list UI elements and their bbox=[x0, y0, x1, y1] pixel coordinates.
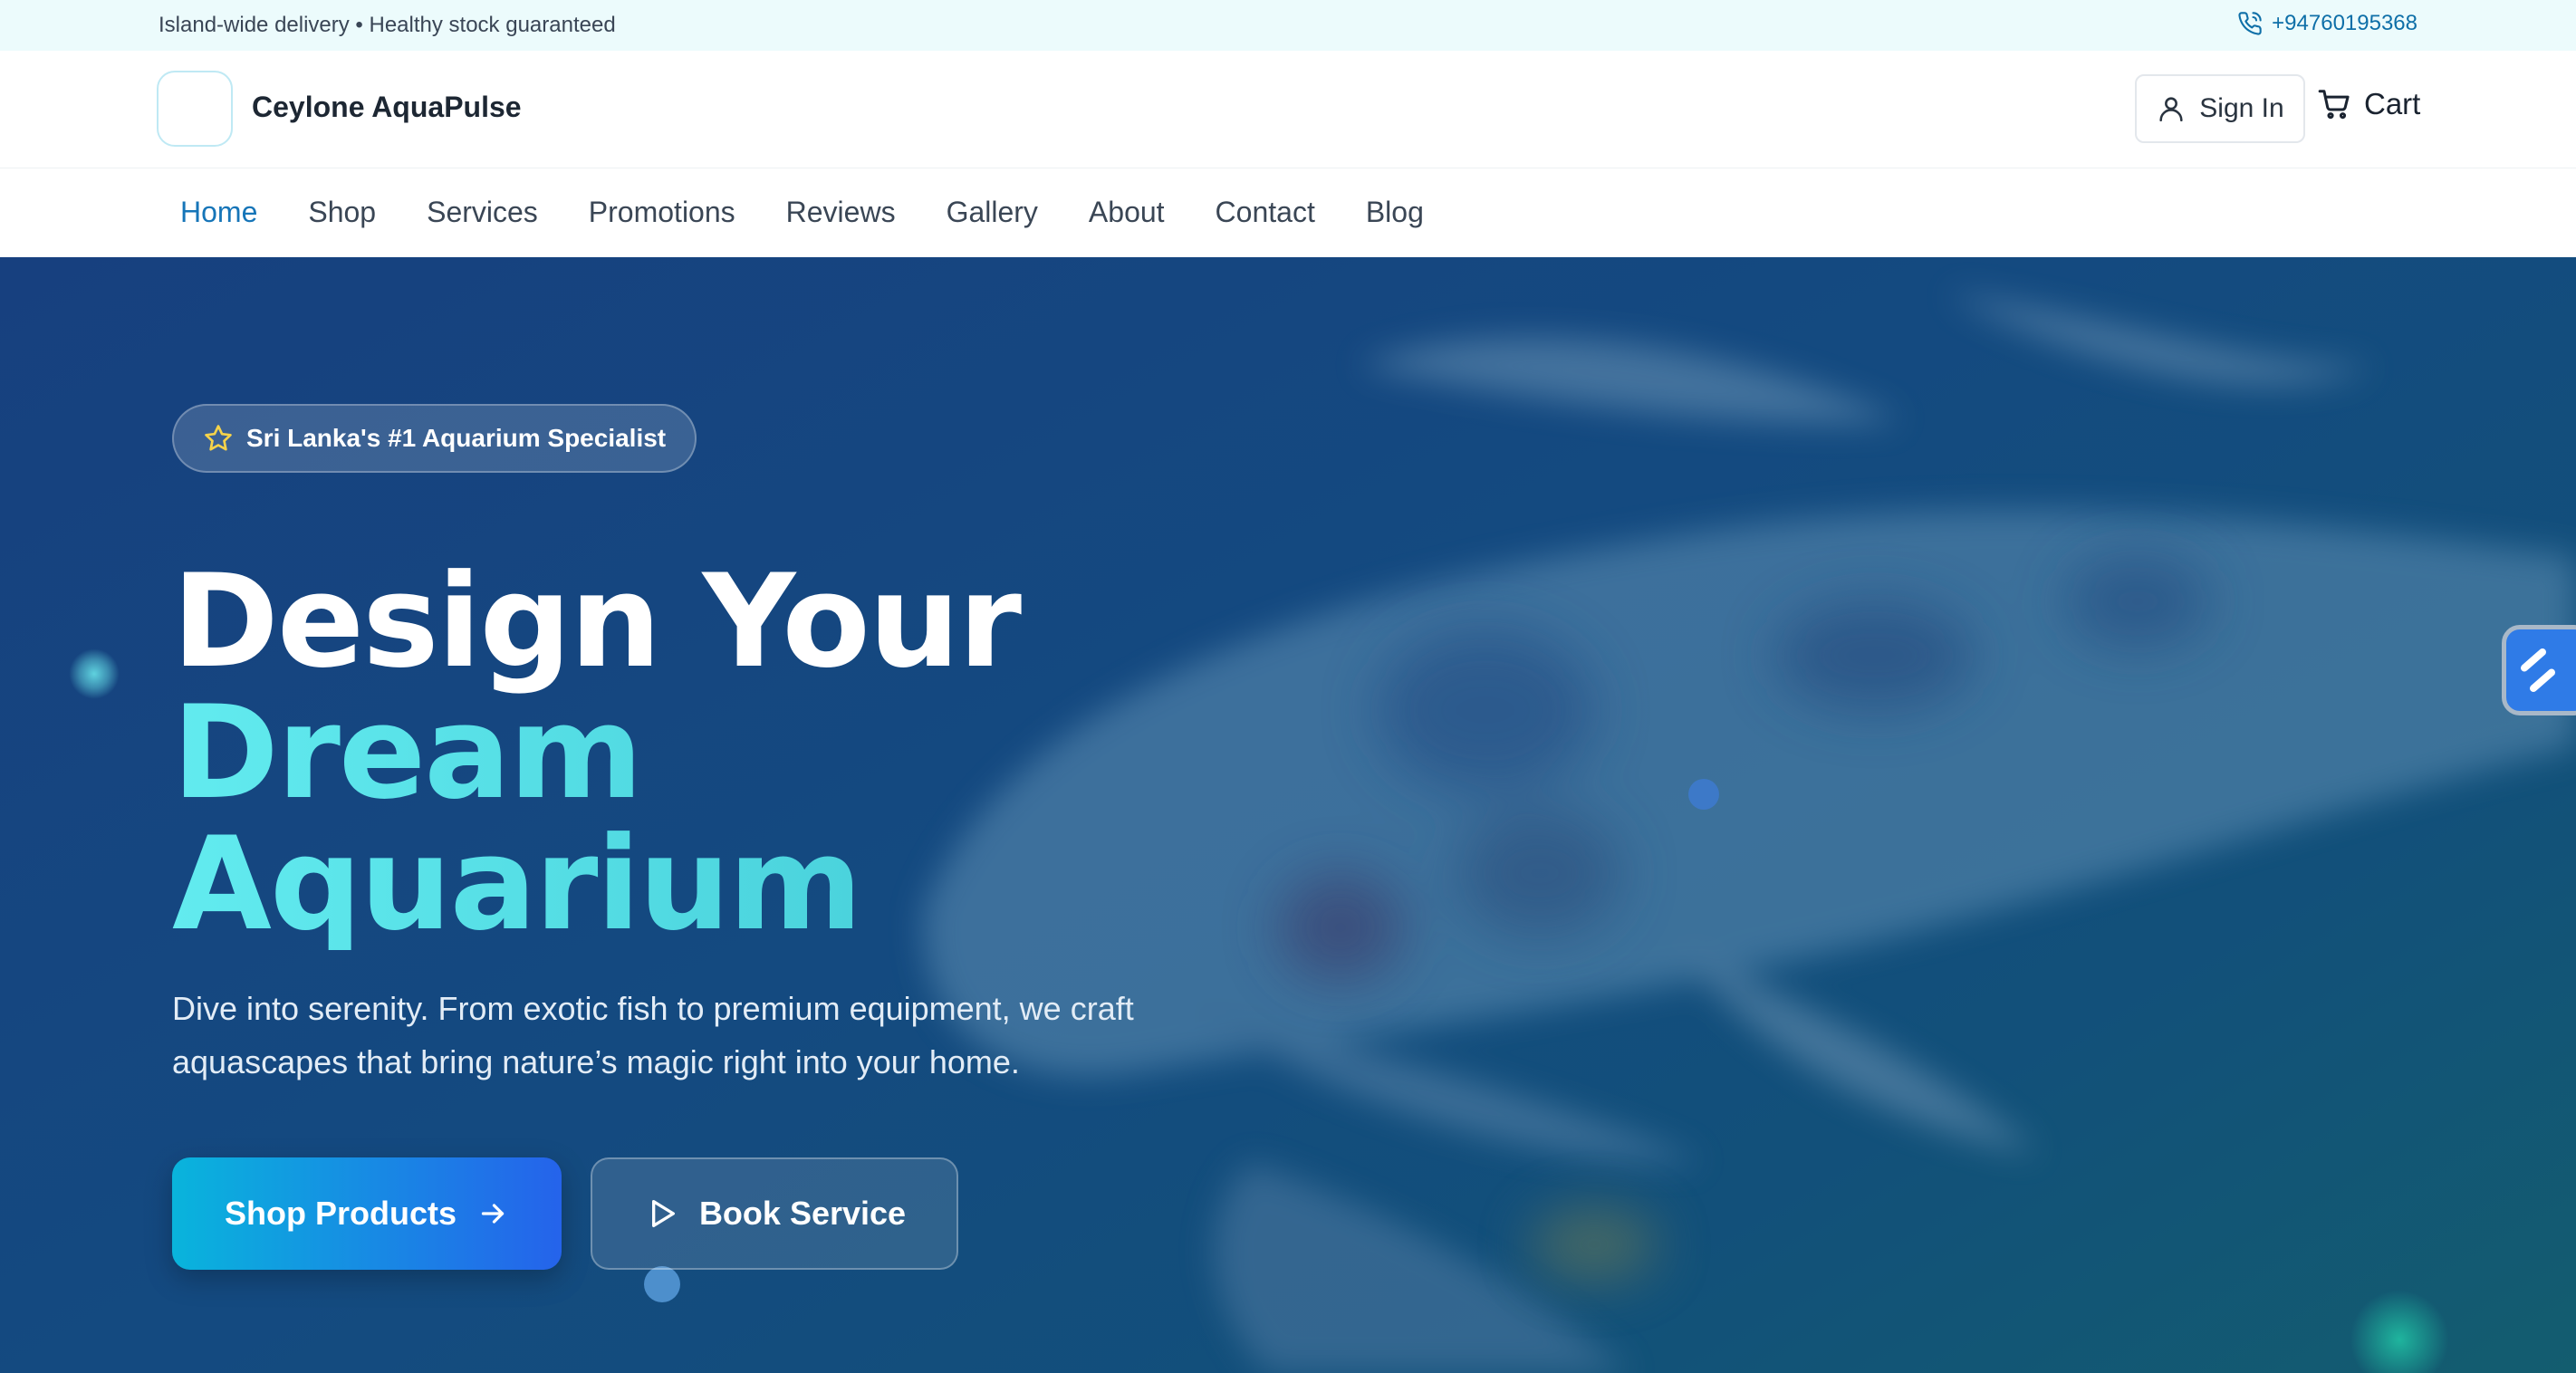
cart-label: Cart bbox=[2364, 87, 2421, 120]
nav-item-home[interactable]: Home bbox=[180, 196, 257, 229]
main-nav: Home Shop Services Promotions Reviews Ga… bbox=[0, 168, 2576, 257]
bubble-decoration bbox=[69, 648, 120, 699]
nav-item-about[interactable]: About bbox=[1089, 196, 1165, 229]
cart-icon bbox=[2318, 90, 2350, 120]
phone-link[interactable]: +94760195368 bbox=[2237, 11, 2417, 36]
shop-products-button[interactable]: Shop Products bbox=[172, 1157, 562, 1270]
nav-item-shop[interactable]: Shop bbox=[308, 196, 376, 229]
sign-in-button[interactable]: Sign In bbox=[2135, 74, 2305, 143]
logo[interactable] bbox=[157, 71, 233, 147]
nav-item-services[interactable]: Services bbox=[427, 196, 538, 229]
nav-item-promotions[interactable]: Promotions bbox=[589, 196, 735, 229]
announcement-bar: Island-wide delivery • Healthy stock gua… bbox=[0, 0, 2576, 51]
book-service-button[interactable]: Book Service bbox=[591, 1157, 958, 1270]
headline-line-1: Design Your bbox=[172, 547, 1022, 696]
shop-products-label: Shop Products bbox=[224, 1195, 457, 1232]
play-icon bbox=[651, 1200, 675, 1227]
user-icon bbox=[2159, 97, 2183, 122]
specialist-badge: Sri Lanka's #1 Aquarium Specialist bbox=[172, 404, 697, 473]
nav-item-blog[interactable]: Blog bbox=[1366, 196, 1424, 229]
phone-icon bbox=[2238, 12, 2262, 35]
hero-headline: Design Your Dream Aquarium bbox=[172, 547, 1022, 950]
widget-logo-icon bbox=[2521, 648, 2555, 692]
floating-widget-button[interactable] bbox=[2502, 625, 2576, 715]
site-header: Ceylone AquaPulse Sign In Cart bbox=[0, 51, 2576, 168]
headline-line-3: Aquarium bbox=[172, 819, 1020, 950]
nav-item-gallery[interactable]: Gallery bbox=[947, 196, 1038, 229]
sign-in-label: Sign In bbox=[2199, 93, 2284, 123]
arrow-right-icon bbox=[481, 1204, 505, 1224]
nav-item-reviews[interactable]: Reviews bbox=[786, 196, 896, 229]
nav-item-contact[interactable]: Contact bbox=[1216, 196, 1315, 229]
bubble-decoration bbox=[1688, 779, 1719, 810]
cart-button[interactable]: Cart bbox=[2317, 87, 2420, 121]
bubble-decoration bbox=[644, 1266, 680, 1302]
phone-number: +94760195368 bbox=[2272, 11, 2417, 35]
book-service-label: Book Service bbox=[698, 1195, 907, 1232]
star-icon bbox=[205, 425, 232, 451]
brand-name[interactable]: Ceylone AquaPulse bbox=[252, 91, 522, 124]
hero-section: Sri Lanka's #1 Aquarium Specialist Desig… bbox=[0, 257, 2576, 1373]
badge-label: Sri Lanka's #1 Aquarium Specialist bbox=[246, 424, 667, 452]
delivery-message: Island-wide delivery • Healthy stock gua… bbox=[159, 13, 616, 37]
hero-subtitle: Dive into serenity. From exotic fish to … bbox=[172, 990, 1134, 1080]
headline-line-2: Dream bbox=[172, 687, 1020, 819]
